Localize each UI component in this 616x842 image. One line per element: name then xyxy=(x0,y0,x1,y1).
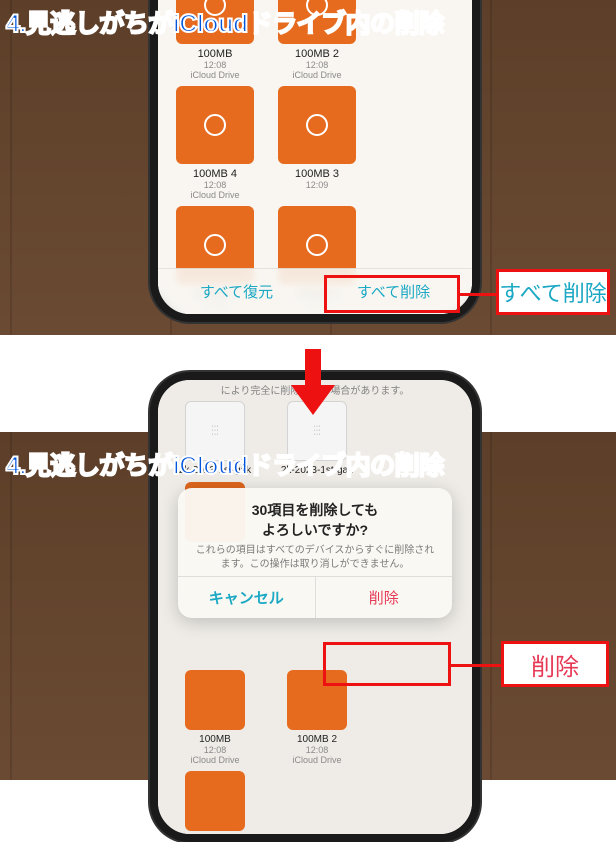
callout-connector xyxy=(451,664,501,667)
selection-icon xyxy=(306,114,328,136)
file-location: iCloud Drive xyxy=(190,70,239,80)
sheet-title-line2: よろしいですか? xyxy=(194,520,436,540)
sheet-actions: キャンセル 削除 xyxy=(178,576,452,618)
sheet-body: これらの項目はすべてのデバイスからすぐに削除されます。この操作は取り消しができま… xyxy=(194,544,436,572)
files-screen: 100MB 12:08 iCloud Drive 100MB 2 12:08 i… xyxy=(158,0,472,314)
phone-frame: 100MB 12:08 iCloud Drive 100MB 2 12:08 i… xyxy=(150,0,480,322)
sheet-title-line1: 30項目を削除しても xyxy=(194,500,436,520)
restore-all-button[interactable]: すべて復元 xyxy=(200,281,273,302)
callout-delete-all: すべて削除 xyxy=(496,269,610,315)
file-name: 100MB 2 xyxy=(297,734,337,745)
step-caption: 4.見逃しがちがiCloudドライブ内の削除 xyxy=(6,446,444,482)
delete-button[interactable]: 削除 xyxy=(316,577,453,618)
highlight-box xyxy=(323,642,451,686)
step-panel-bottom: 4.見逃しがちがiCloudドライブ内の削除 により完全に削除される場合がありま… xyxy=(0,432,616,780)
step-caption: 4.見逃しがちがiCloudドライブ内の削除 xyxy=(6,4,444,40)
file-thumb xyxy=(185,670,245,730)
file-name: 100MB 4 xyxy=(193,168,237,180)
selection-icon xyxy=(204,234,226,256)
file-time: 12:08 xyxy=(204,180,227,190)
file-time: 12:08 xyxy=(306,745,329,755)
file-item[interactable]: 100MB 4 12:08 iCloud Drive xyxy=(168,771,262,842)
selection-icon xyxy=(204,114,226,136)
file-name: 100MB 2 xyxy=(295,48,339,60)
step-panel-top: 4.見逃しがちがiCloudドライブ内の削除 100MB 12:08 iClou… xyxy=(0,0,616,335)
file-thumb xyxy=(176,86,254,164)
confirm-sheet: 30項目を削除しても よろしいですか? これらの項目はすべてのデバイスからすぐに… xyxy=(178,488,452,618)
file-item[interactable]: 100MB 12:08 iCloud Drive xyxy=(168,670,262,765)
file-location: iCloud Drive xyxy=(292,755,341,765)
file-name: 100MB 4 xyxy=(195,835,235,842)
file-name: 100MB xyxy=(199,734,231,745)
file-location: iCloud Drive xyxy=(190,190,239,200)
down-arrow-icon xyxy=(295,349,331,419)
file-name: 100MB 3 xyxy=(295,168,339,180)
panel-gap xyxy=(0,335,616,432)
file-item[interactable]: 100MB 3 12:09 xyxy=(270,86,364,200)
file-item[interactable]: 100MB 4 12:08 iCloud Drive xyxy=(168,86,262,200)
file-time: 12:08 xyxy=(204,745,227,755)
file-time: 12:08 xyxy=(204,60,227,70)
file-time: 12:09 xyxy=(306,180,329,190)
file-location: iCloud Drive xyxy=(292,70,341,80)
cancel-button[interactable]: キャンセル xyxy=(178,577,316,618)
file-time: 12:08 xyxy=(306,60,329,70)
phone-frame: により完全に削除される場合があります。 ········· 2k-2023-1s… xyxy=(150,372,480,842)
callout-connector xyxy=(460,293,496,296)
highlight-box xyxy=(324,275,460,313)
file-thumb xyxy=(185,771,245,831)
selection-icon xyxy=(306,234,328,256)
sheet-header: 30項目を削除しても よろしいですか? これらの項目はすべてのデバイスからすぐに… xyxy=(178,488,452,576)
callout-delete: 削除 xyxy=(501,641,609,687)
file-location: iCloud Drive xyxy=(190,755,239,765)
file-thumb xyxy=(278,86,356,164)
file-name: 100MB xyxy=(198,48,233,60)
file-grid-lower[interactable]: 100MB 12:08 iCloud Drive 100MB 2 12:08 i… xyxy=(158,670,472,842)
